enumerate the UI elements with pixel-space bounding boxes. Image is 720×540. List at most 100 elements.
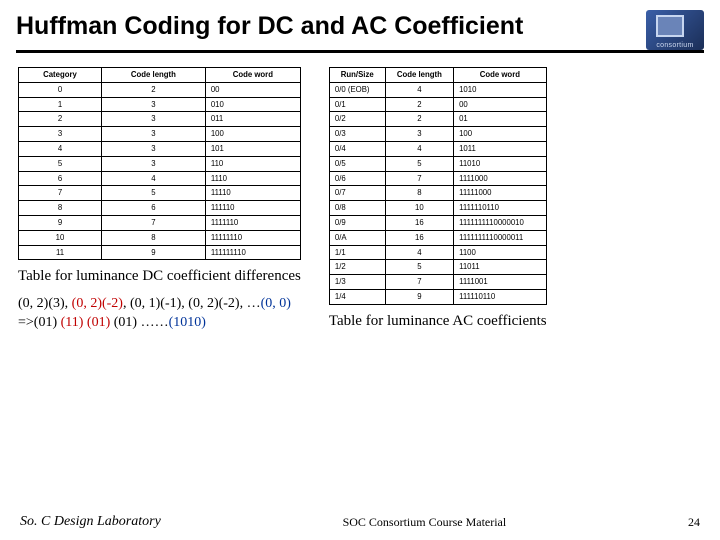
ac-row: 0/A161111111110000011 [329,230,546,245]
footer: So. C Design Laboratory SOC Consortium C… [0,514,720,530]
ac-row: 0/2201 [329,112,546,127]
dc-cell: 7 [101,215,205,230]
footer-center: SOC Consortium Course Material [161,515,688,530]
ac-cell: 8 [385,186,453,201]
dc-cell: 2 [101,82,205,97]
ac-cell: 2 [385,112,453,127]
ac-cell: 0/6 [329,171,385,186]
dc-cell: 3 [101,112,205,127]
dc-table: Category Code length Code word 020013010… [18,67,301,260]
ac-row: 0/1200 [329,97,546,112]
ac-header-codeword: Code word [454,68,547,83]
ac-cell: 4 [385,82,453,97]
ac-cell: 9 [385,289,453,304]
ac-cell: 0/1 [329,97,385,112]
soc-logo: consortium [646,10,704,50]
ac-cell: 3 [385,127,453,142]
ac-cell: 1111111110000011 [454,230,547,245]
footer-page: 24 [688,515,700,530]
dc-cell: 101 [205,141,300,156]
dc-cell: 7 [19,186,102,201]
example-seq-blue: (0, 0) [261,296,291,311]
ac-row: 0/0 (EOB)41010 [329,82,546,97]
example-code-mid: (01) …… [110,315,168,330]
ac-cell: 7 [385,275,453,290]
dc-row: 119111111110 [19,245,301,260]
dc-cell: 11110 [205,186,300,201]
ac-cell: 16 [385,215,453,230]
ac-cell: 1111111110000010 [454,215,547,230]
dc-cell: 8 [19,201,102,216]
ac-cell: 0/3 [329,127,385,142]
dc-cell: 3 [101,141,205,156]
page-title: Huffman Coding for DC and AC Coefficient [16,12,646,41]
ac-cell: 1/2 [329,260,385,275]
ac-cell: 5 [385,260,453,275]
dc-row: 0200 [19,82,301,97]
dc-cell: 11111110 [205,230,300,245]
dc-row: 53110 [19,156,301,171]
ac-table: Run/Size Code length Code word 0/0 (EOB)… [329,67,547,305]
dc-cell: 3 [101,156,205,171]
dc-cell: 011 [205,112,300,127]
ac-row: 0/671111000 [329,171,546,186]
ac-row: 0/9161111111110000010 [329,215,546,230]
dc-cell: 110 [205,156,300,171]
ac-cell: 0/9 [329,215,385,230]
ac-row: 0/33100 [329,127,546,142]
dc-header-category: Category [19,68,102,83]
dc-cell: 10 [19,230,102,245]
dc-row: 971111110 [19,215,301,230]
dc-cell: 9 [19,215,102,230]
ac-cell: 01 [454,112,547,127]
ac-cell: 5 [385,156,453,171]
footer-left: So. C Design Laboratory [20,514,161,530]
ac-cell: 0/0 (EOB) [329,82,385,97]
dc-cell: 9 [101,245,205,260]
example-code-blue: (1010) [169,315,206,330]
dc-cell: 1 [19,97,102,112]
dc-cell: 0 [19,82,102,97]
ac-cell: 1111001 [454,275,547,290]
example-code-red: (11) (01) [61,315,111,330]
example-seq-pre: (0, 2)(3), [18,296,72,311]
ac-cell: 0/A [329,230,385,245]
title-divider [16,50,704,53]
ac-row: 1/2511011 [329,260,546,275]
ac-cell: 4 [385,245,453,260]
dc-header-codelen: Code length [101,68,205,83]
ac-cell: 00 [454,97,547,112]
dc-cell: 11 [19,245,102,260]
dc-row: 641110 [19,171,301,186]
ac-cell: 1/1 [329,245,385,260]
ac-cell: 11011 [454,260,547,275]
ac-cell: 11111000 [454,186,547,201]
ac-cell: 1010 [454,82,547,97]
ac-row: 1/371111001 [329,275,546,290]
dc-row: 23011 [19,112,301,127]
ac-row: 0/7811111000 [329,186,546,201]
dc-row: 10811111110 [19,230,301,245]
ac-cell: 111110110 [454,289,547,304]
ac-cell: 0/5 [329,156,385,171]
ac-cell: 7 [385,171,453,186]
ac-cell: 100 [454,127,547,142]
ac-header-codelen: Code length [385,68,453,83]
ac-cell: 11010 [454,156,547,171]
example-block: (0, 2)(3), (0, 2)(-2), (0, 1)(-1), (0, 2… [18,295,301,333]
example-code-pre: (01) [34,315,61,330]
dc-cell: 2 [19,112,102,127]
ac-cell: 1/3 [329,275,385,290]
ac-cell: 10 [385,201,453,216]
ac-cell: 1100 [454,245,547,260]
ac-cell: 0/8 [329,201,385,216]
ac-row: 0/8101111110110 [329,201,546,216]
dc-cell: 00 [205,82,300,97]
dc-cell: 4 [19,141,102,156]
example-seq-mid: , (0, 1)(-1), (0, 2)(-2), … [123,296,261,311]
dc-row: 43101 [19,141,301,156]
ac-cell: 1111110110 [454,201,547,216]
dc-cell: 100 [205,127,300,142]
ac-row: 0/441011 [329,141,546,156]
dc-caption: Table for luminance DC coefficient diffe… [18,268,301,285]
